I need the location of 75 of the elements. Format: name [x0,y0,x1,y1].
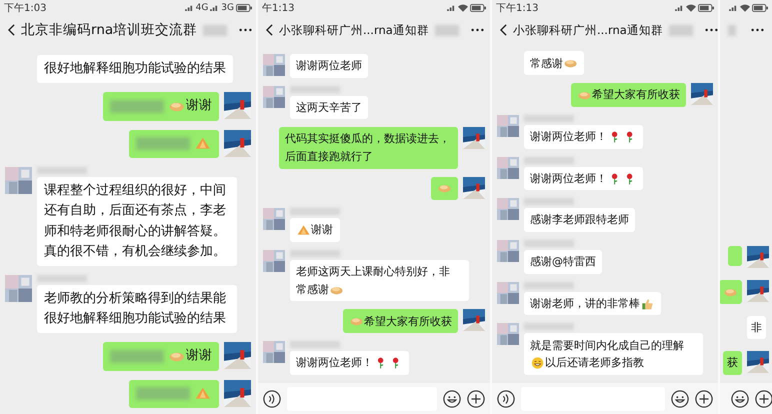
message-text: 以后还请老师多指教 [545,355,644,372]
bun-icon [350,315,363,328]
plus-icon[interactable] [695,390,713,408]
network-label: 4G [196,2,208,12]
more-icon[interactable] [239,28,252,32]
emoji-icon[interactable] [731,390,749,408]
message-text: 谢谢 [186,347,212,366]
chat-title: 北京非编码rna培训班交流群 [21,21,198,39]
message-text: 常感谢 [296,282,329,298]
message-text: 课程整个过程组织的很好，中间还有自助，后面还有茶点，李老师和特老师很耐心的讲解答疑。真的很不错，有机会继续参加。 [44,183,226,259]
wifi-icon [740,4,750,12]
wifi-icon [458,4,468,12]
message-text: 谢谢 [311,222,334,238]
message-text: 谢谢两位老师 [296,59,362,72]
hands-icon [297,224,310,236]
more-icon[interactable] [470,28,484,32]
message-bubble [728,246,742,266]
bun-icon [438,182,451,195]
message-text: 谢谢老师，讲的非常棒 [530,296,640,312]
status-time: 午1:13 [262,2,294,14]
message-text: 就是需要时间内化成自己的理解 [530,338,684,354]
message-text: 谢谢两位老师！ [530,170,607,187]
message-text: 老师教的分析策略得到的结果能很好地解释细胞功能试验的结果 [44,290,226,326]
status-time: 下午1:13 [496,2,538,14]
plus-icon[interactable] [467,390,485,408]
message-text: 常感谢 [530,56,563,72]
signal-icon [184,4,194,11]
message-text: 获 [727,356,738,370]
message-text: 希望大家有所收获 [592,87,680,104]
chat-title: 小张聊科研广州...rna通知群 [279,22,429,38]
blurred-text [110,350,164,363]
signal-icon [210,4,220,11]
voice-icon[interactable] [263,390,281,408]
message-text: 希望大家有所收获 [364,314,452,330]
grin-icon [531,357,544,370]
thumbs-up-icon [641,298,654,310]
signal-icon [675,4,684,11]
network-label: 3G [221,2,234,12]
message-text: 谢谢两位老师！ [296,355,373,372]
emoji-icon[interactable] [443,390,461,408]
hands-icon [195,136,211,151]
bun-icon [578,89,591,102]
chat-title: 小张聊科研广州...rna通知群 [513,22,663,38]
voice-icon[interactable] [497,390,515,408]
back-icon[interactable] [8,24,15,36]
message-text: 这两天辛苦了 [296,100,362,114]
battery-icon [752,4,768,12]
emoji-icon[interactable] [671,390,689,408]
more-icon[interactable] [704,28,718,32]
bun-icon [564,57,578,70]
message-text: 感谢李老师跟特老师 [530,213,629,226]
back-icon[interactable] [266,24,273,36]
battery-icon [698,4,714,12]
message-text: 老师这两天上课耐心特别好，非 [296,264,450,280]
wifi-icon [686,4,696,12]
blurred-text [136,386,190,400]
hands-icon [195,386,211,400]
more-icon[interactable] [751,28,764,32]
message-text: 感谢@特雷西 [530,255,596,268]
message-text: 谢谢 [186,97,212,116]
signal-icon [447,4,456,11]
message-text: 很好地解释细胞功能试验的结果 [44,61,226,76]
message-text: 代码其实挺傻瓜的，数据读进去，后面直接跑就行了 [284,132,450,163]
blurred-text [110,100,164,113]
plus-icon[interactable] [755,390,772,408]
message-text: 非 [751,320,762,334]
status-time: 下午1:03 [4,2,46,14]
battery-icon [470,4,486,12]
bun-icon [724,286,737,298]
blurred-text [136,137,190,150]
message-text: 谢谢两位老师！ [530,129,607,146]
back-icon[interactable] [500,24,507,36]
signal-icon [729,4,738,11]
battery-icon [236,4,252,12]
blurred-text [728,24,736,36]
